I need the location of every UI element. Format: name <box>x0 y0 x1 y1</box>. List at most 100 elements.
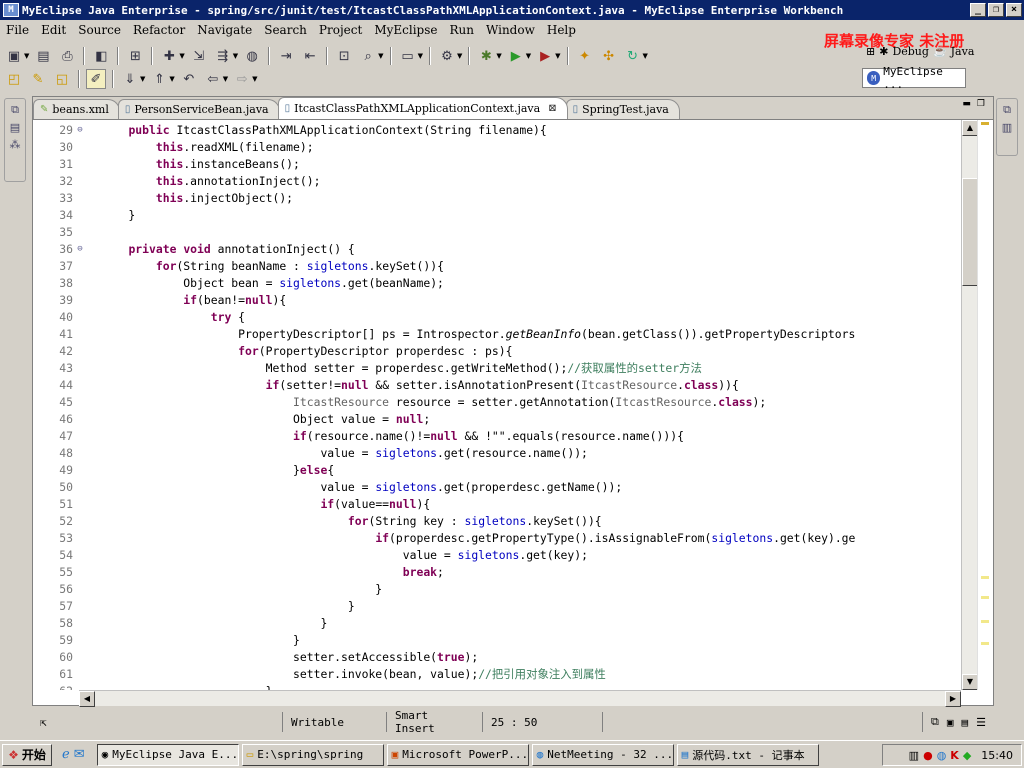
code-line-text[interactable]: for(String beanName : sigletons.keySet()… <box>85 258 444 275</box>
menu-navigate[interactable]: Navigate <box>191 23 258 37</box>
menu-file[interactable]: File <box>0 23 35 37</box>
java-perspective-icon[interactable]: ☕ <box>933 45 947 58</box>
outline-icon[interactable]: ▥ <box>1002 121 1012 134</box>
open-perspective-icon[interactable]: ⊞ <box>866 45 875 58</box>
code-line-text[interactable]: } <box>85 581 382 598</box>
code-line[interactable]: 31 this.instanceBeans(); <box>45 156 960 173</box>
code-line-text[interactable]: } <box>85 615 327 632</box>
run-server-icon[interactable]: ▶ <box>535 46 555 66</box>
close-icon[interactable]: ⊠ <box>548 103 556 114</box>
code-line-text[interactable]: PropertyDescriptor[] ps = Introspector.g… <box>85 326 855 343</box>
minimize-view-icon[interactable]: ▬ <box>962 99 971 109</box>
code-line-text[interactable]: public ItcastClassPathXMLApplicationCont… <box>85 122 546 139</box>
scroll-left-icon[interactable]: ◀ <box>79 691 95 707</box>
chevron-down-icon[interactable]: ▼ <box>233 52 238 60</box>
menu-myeclipse[interactable]: MyEclipse <box>368 23 443 37</box>
pen-icon[interactable]: ✎ <box>28 69 48 89</box>
code-line-text[interactable] <box>85 224 101 241</box>
code-line[interactable]: 54 value = sigletons.get(key); <box>45 547 960 564</box>
code-line-text[interactable]: if(properdesc.getPropertyType().isAssign… <box>85 530 855 547</box>
network-icon[interactable]: ▥ <box>909 749 919 762</box>
myeclipse-perspective[interactable]: M MyEclipse ... <box>862 65 966 91</box>
fold-toggle-icon[interactable]: ⊖ <box>75 122 85 139</box>
chevron-down-icon[interactable]: ▼ <box>24 52 29 60</box>
code-line[interactable]: 37 for(String beanName : sigletons.keySe… <box>45 258 960 275</box>
occurrence-marker[interactable] <box>981 642 989 645</box>
code-line[interactable]: 32 this.annotationInject(); <box>45 173 960 190</box>
occurrence-marker[interactable] <box>981 620 989 623</box>
restore-icon[interactable]: ⧉ <box>931 715 939 729</box>
code-line-text[interactable]: if(setter!=null && setter.isAnnotationPr… <box>85 377 739 394</box>
debug-icon[interactable]: ✱ <box>476 46 496 66</box>
jsp-icon[interactable]: ⇶ <box>213 46 233 66</box>
code-line[interactable]: 56 } <box>45 581 960 598</box>
scroll-up-icon[interactable]: ▲ <box>962 120 978 136</box>
code-line-text[interactable]: try { <box>85 309 245 326</box>
tab-personservicebean[interactable]: ▯ PersonServiceBean.java <box>117 99 280 119</box>
code-line-text[interactable]: Object bean = sigletons.get(beanName); <box>85 275 444 292</box>
mark-occurrences-icon[interactable]: ✐ <box>86 69 106 89</box>
maximize-button[interactable]: ❐ <box>988 3 1004 17</box>
code-line-text[interactable]: setter.invoke(bean, value);//把引用对象注入到属性 <box>85 666 606 683</box>
code-line-text[interactable]: ItcastResource resource = setter.getAnno… <box>85 394 766 411</box>
maximize-view-icon[interactable]: ❐ <box>977 99 985 109</box>
ie-icon[interactable]: ℯ <box>62 747 70 762</box>
code-line-text[interactable]: } <box>85 683 273 690</box>
scroll-thumb[interactable] <box>962 178 978 286</box>
code-line[interactable]: 55 break; <box>45 564 960 581</box>
code-line-text[interactable]: for(String key : sigletons.keySet()){ <box>85 513 602 530</box>
chevron-down-icon[interactable]: ▼ <box>169 75 174 83</box>
next-annotation-icon[interactable]: ⇓ <box>120 69 140 89</box>
code-line[interactable]: 61 setter.invoke(bean, value);//把引用对象注入到… <box>45 666 960 683</box>
debug-perspective[interactable]: Debug <box>892 45 929 58</box>
task-netmeeting[interactable]: ◍ NetMeeting - 32 ... <box>531 743 674 766</box>
chevron-down-icon[interactable]: ▼ <box>378 52 383 60</box>
tab-springtest[interactable]: ▯ SpringTest.java <box>565 99 680 119</box>
code-editor[interactable]: 29 ⊖ public ItcastClassPathXMLApplication… <box>33 119 993 707</box>
restore-icon[interactable]: ⧉ <box>1003 103 1011 117</box>
code-line-text[interactable]: this.readXML(filename); <box>85 139 314 156</box>
chevron-down-icon[interactable]: ▼ <box>418 52 423 60</box>
globe-icon[interactable]: ◍ <box>937 749 947 762</box>
print-icon[interactable]: ⎙ <box>57 46 77 66</box>
code-text[interactable]: 29 ⊖ public ItcastClassPathXMLApplication… <box>45 122 960 690</box>
forward-icon[interactable]: ⇨ <box>232 69 252 89</box>
code-line-text[interactable]: value = sigletons.get(resource.name()); <box>85 445 587 462</box>
horizontal-scrollbar[interactable]: ◀ ▶ <box>79 690 961 707</box>
code-line-text[interactable]: setter.setAccessible(true); <box>85 649 478 666</box>
last-edit-icon[interactable]: ↶ <box>179 69 199 89</box>
scroll-down-icon[interactable]: ▼ <box>962 674 978 690</box>
browser-icon[interactable]: ◍ <box>242 46 262 66</box>
recorder-icon[interactable]: ● <box>923 749 933 762</box>
chevron-down-icon[interactable]: ▼ <box>496 52 501 60</box>
monitor-icon[interactable]: ▭ <box>398 46 418 66</box>
back-icon[interactable]: ⇦ <box>203 69 223 89</box>
code-line[interactable]: 47 if(resource.name()!=null && !"".equal… <box>45 428 960 445</box>
code-line-text[interactable]: } <box>85 632 300 649</box>
prev-annotation-icon[interactable]: ⇑ <box>149 69 169 89</box>
chevron-down-icon[interactable]: ▼ <box>223 75 228 83</box>
code-line[interactable]: 41 PropertyDescriptor[] ps = Introspecto… <box>45 326 960 343</box>
code-line[interactable]: 60 setter.setAccessible(true); <box>45 649 960 666</box>
java-perspective[interactable]: Java <box>951 45 975 58</box>
code-line-text[interactable]: Method setter = properdesc.getWriteMetho… <box>85 360 702 377</box>
restore-icon[interactable]: ⧉ <box>11 103 19 117</box>
menu-edit[interactable]: Edit <box>35 23 72 37</box>
code-line[interactable]: 62 } <box>45 683 960 690</box>
task-explorer[interactable]: ▭ E:\spring\spring <box>241 743 384 766</box>
open-folder-icon[interactable]: ◰ <box>4 69 24 89</box>
chevron-down-icon[interactable]: ▼ <box>555 52 560 60</box>
save-icon[interactable]: ▤ <box>33 46 53 66</box>
code-line[interactable]: 35 <box>45 224 960 241</box>
new-class-icon[interactable]: ✣ <box>599 46 619 66</box>
code-line[interactable]: 36 ⊖ private void annotationInject() { <box>45 241 960 258</box>
package-icon[interactable]: ◧ <box>91 46 111 66</box>
code-line[interactable]: 53 if(properdesc.getPropertyType().isAss… <box>45 530 960 547</box>
code-line[interactable]: 43 Method setter = properdesc.getWriteMe… <box>45 360 960 377</box>
code-line[interactable]: 45 ItcastResource resource = setter.getA… <box>45 394 960 411</box>
code-line[interactable]: 50 value = sigletons.get(properdesc.getN… <box>45 479 960 496</box>
menu-search[interactable]: Search <box>258 23 313 37</box>
menu-window[interactable]: Window <box>480 23 541 37</box>
open-icon[interactable]: ⇤ <box>300 46 320 66</box>
search-icon[interactable]: ⌕ <box>358 46 378 66</box>
